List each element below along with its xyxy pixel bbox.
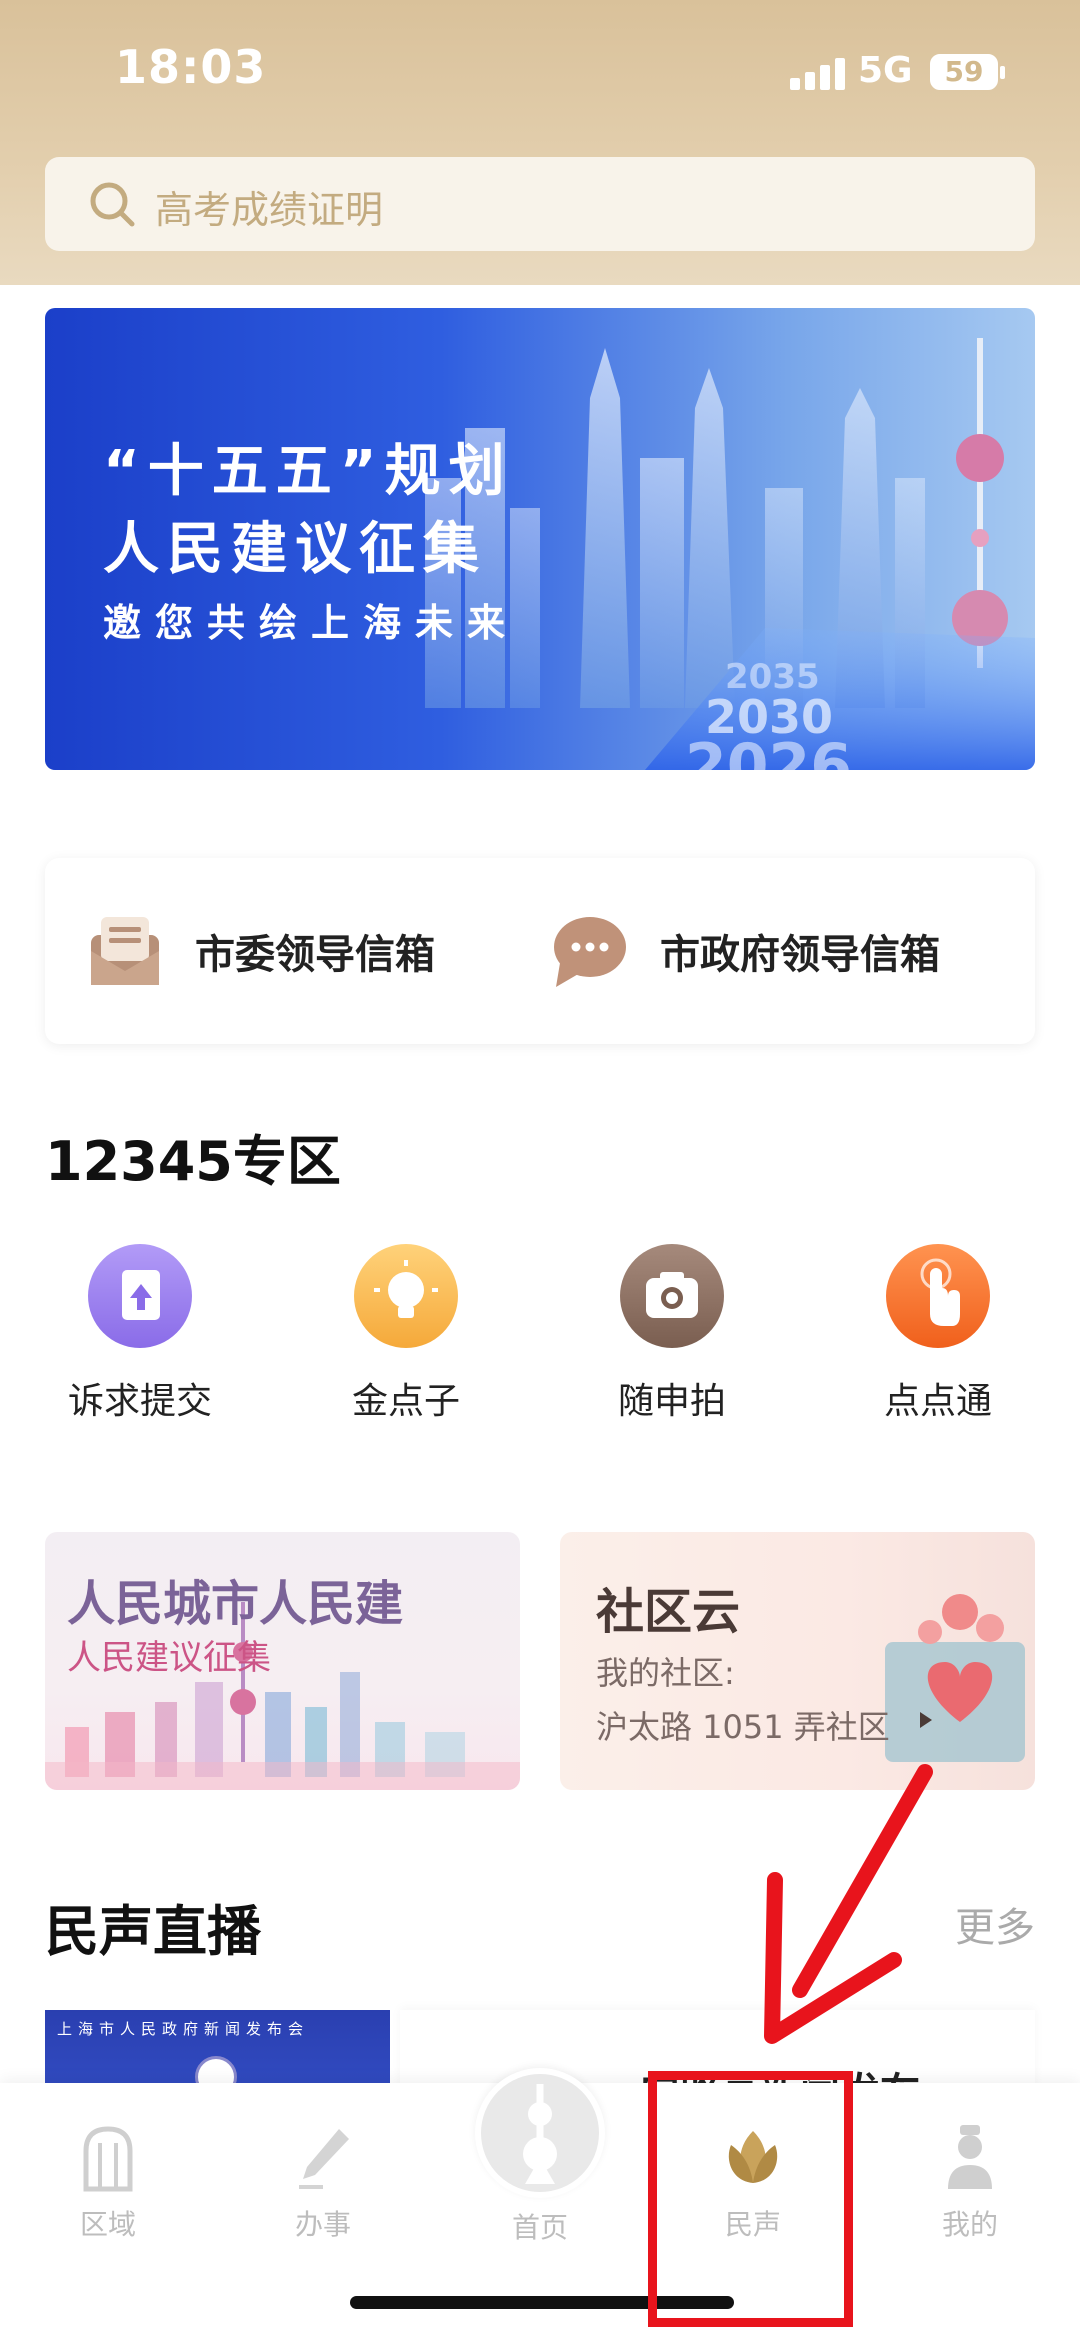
community-label: 我的社区:: [596, 1654, 735, 1692]
community-cloud-title: 社区云: [596, 1584, 741, 1640]
tab-label: 办事: [294, 2208, 351, 2241]
search-icon: [90, 182, 135, 227]
tab-label: 区域: [79, 2208, 136, 2241]
chat-bubble-icon: [554, 917, 626, 987]
tab-home[interactable]: [475, 2068, 605, 2198]
envelope-icon: [91, 917, 159, 985]
people-city-title: 人民城市人民建: [67, 1576, 404, 1632]
region-arch-icon: [83, 2126, 133, 2192]
service-label: 随申拍: [617, 1381, 726, 1422]
government-mailbox-button[interactable]: 市政府领导信箱: [550, 858, 940, 1044]
service-submit-request[interactable]: 诉求提交: [55, 1244, 225, 1434]
people-city-card[interactable]: 人民城市人民建 人民建议征集: [45, 1532, 520, 1790]
status-time: 18:03: [115, 40, 267, 94]
pearl-tower-icon: [523, 2084, 557, 2184]
banner-year-2026: 2026: [685, 731, 852, 770]
community-cloud-card[interactable]: 社区云 我的社区: 沪太路 1051 弄社区: [560, 1532, 1035, 1790]
battery-level: 59: [944, 55, 984, 88]
signal-icon: [790, 58, 846, 90]
more-link[interactable]: 更多: [955, 1895, 1035, 1953]
community-name: 沪太路 1051 弄社区: [596, 1708, 890, 1746]
banner-title-line1: “十五五”规划: [103, 439, 513, 504]
people-city-subtitle: 人民建议征集: [67, 1638, 271, 1678]
tap-finger-icon: [886, 1244, 990, 1348]
tab-mine[interactable]: 我的: [900, 2123, 1040, 2243]
search-bar[interactable]: 高考成绩证明: [45, 157, 1035, 251]
service-golden-idea[interactable]: 金点子: [321, 1244, 491, 1434]
lightbulb-icon: [354, 1244, 458, 1348]
person-icon: [948, 2125, 992, 2189]
tab-services[interactable]: 办事: [253, 2123, 393, 2243]
pen-icon: [299, 2129, 349, 2189]
tab-label: 我的: [941, 2208, 998, 2241]
search-placeholder: 高考成绩证明: [155, 188, 384, 232]
app-root: 18:03 5G 59 高考成绩证明 2035 2030 2026 “十五五”规…: [0, 0, 1080, 2337]
banner-plan-suggestions[interactable]: 2035 2030 2026 “十五五”规划 人民建议征集 邀您共绘上海未来: [45, 308, 1035, 770]
section-title-12345: 12345专区: [45, 1130, 341, 1193]
banner-subtitle: 邀您共绘上海未来: [103, 601, 520, 645]
service-label: 点点通: [883, 1381, 992, 1422]
tab-region[interactable]: 区域: [38, 2123, 178, 2243]
government-mailbox-label: 市政府领导信箱: [660, 932, 940, 978]
camera-icon: [620, 1244, 724, 1348]
banner-title-line2: 人民建议征集: [103, 517, 487, 582]
service-snap-report[interactable]: 随申拍: [587, 1244, 757, 1434]
party-committee-mailbox-button[interactable]: 市委领导信箱: [85, 858, 435, 1044]
service-label: 金点子: [351, 1381, 460, 1422]
service-one-tap[interactable]: 点点通: [853, 1244, 1023, 1434]
leader-mailbox-card: 市委领导信箱 市政府领导信箱: [45, 858, 1035, 1044]
header: 18:03 5G 59 高考成绩证明: [0, 0, 1080, 285]
annotation-highlight-box: [648, 2071, 853, 2327]
live-section-title: 民声直播: [45, 1900, 261, 1963]
live-thumbnail-caption: 上海市人民政府新闻发布会: [57, 2020, 310, 2038]
status-bar: 18:03 5G 59: [0, 0, 1080, 140]
network-label: 5G: [858, 50, 913, 91]
service-label: 诉求提交: [67, 1381, 212, 1422]
file-upload-icon: [88, 1244, 192, 1348]
tab-home-label: 首页: [511, 2211, 568, 2244]
party-committee-mailbox-label: 市委领导信箱: [195, 932, 435, 978]
battery-icon: 59: [930, 54, 1005, 90]
